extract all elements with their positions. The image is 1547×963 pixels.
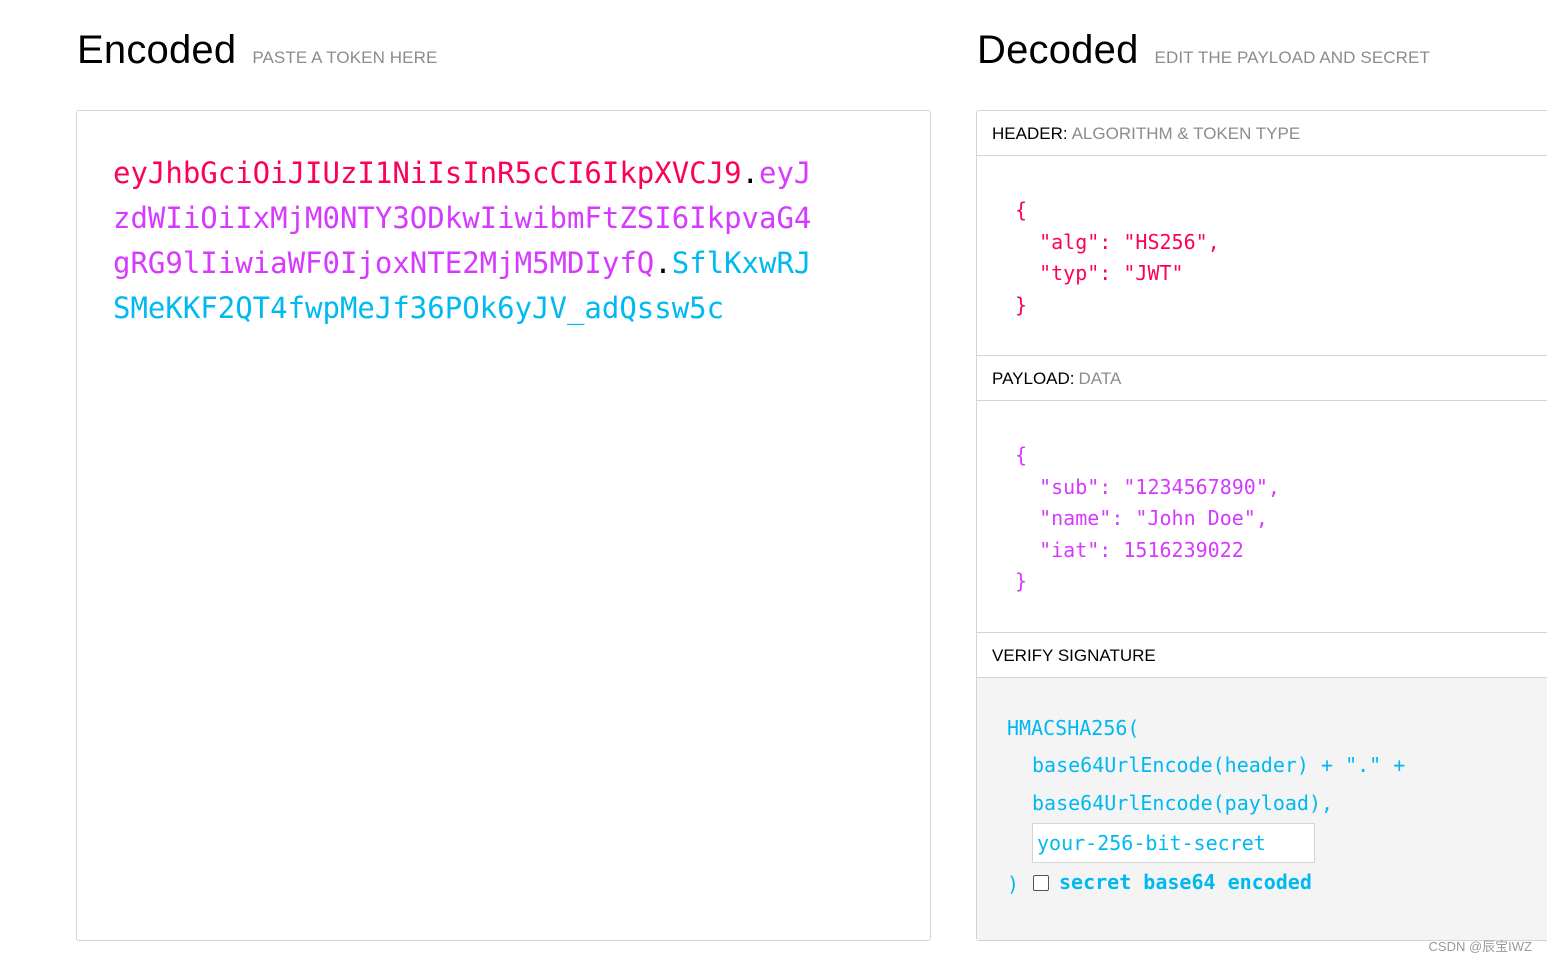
verify-label: VERIFY SIGNATURE: [992, 646, 1156, 665]
watermark: CSDN @辰宝IWZ: [1428, 939, 1532, 954]
token-header-part: eyJhbGciOiJIUzI1NiIsInR5cCI6IkpXVCJ9: [113, 156, 742, 190]
encoded-subtitle: PASTE A TOKEN HERE: [252, 48, 438, 67]
hmac-function: HMACSHA256(: [1007, 716, 1140, 740]
secret-input[interactable]: [1032, 823, 1315, 863]
hmac-arg-header: base64UrlEncode(header) + "." +: [1032, 753, 1406, 777]
json-line: {: [1015, 198, 1028, 222]
decoded-panel: HEADER: ALGORITHM & TOKEN TYPE { "alg": "…: [976, 110, 1547, 941]
header-section-title: HEADER: ALGORITHM & TOKEN TYPE: [977, 111, 1547, 156]
json-line: {: [1015, 443, 1028, 467]
encoded-heading: Encoded PASTE A TOKEN HERE: [77, 28, 437, 73]
token-dot: .: [654, 246, 672, 280]
verify-section-title: VERIFY SIGNATURE: [977, 633, 1547, 678]
json-line: "name": "John Doe",: [1015, 506, 1268, 530]
json-line: "sub": "1234567890",: [1015, 474, 1280, 499]
token-dot: .: [741, 156, 760, 190]
json-line: "iat": 1516239022: [1015, 537, 1244, 562]
payload-json-editor[interactable]: { "sub": "1234567890", "name": "John Doe…: [1015, 440, 1280, 598]
verify-signature-body: HMACSHA256( base64UrlEncode(header) + ".…: [977, 678, 1547, 940]
header-label: HEADER:: [992, 124, 1068, 143]
json-line: "alg": "HS256",: [1015, 229, 1220, 254]
header-sublabel: ALGORITHM & TOKEN TYPE: [1071, 124, 1301, 143]
json-line: "typ": "JWT": [1015, 261, 1184, 285]
encoded-token-editor[interactable]: eyJhbGciOiJIUzI1NiIsInR5cCI6IkpXVCJ9.eyJ…: [76, 110, 931, 941]
payload-section-title: PAYLOAD: DATA: [977, 356, 1547, 401]
header-json-editor[interactable]: { "alg": "HS256", "typ": "JWT"}: [1015, 195, 1220, 321]
hmac-close-paren: ): [1007, 872, 1020, 896]
decoded-subtitle: EDIT THE PAYLOAD AND SECRET: [1154, 48, 1430, 67]
base64-encoded-checkbox[interactable]: [1033, 875, 1049, 891]
payload-label: PAYLOAD:: [992, 369, 1075, 388]
decoded-title: Decoded: [977, 28, 1139, 72]
encoded-token-text[interactable]: eyJhbGciOiJIUzI1NiIsInR5cCI6IkpXVCJ9.eyJ…: [113, 151, 823, 331]
json-line: }: [1015, 569, 1028, 593]
payload-sublabel: DATA: [1078, 369, 1122, 388]
encoded-title: Encoded: [77, 28, 237, 72]
decoded-heading: Decoded EDIT THE PAYLOAD AND SECRET: [977, 28, 1430, 73]
hmac-arg-payload: base64UrlEncode(payload),: [1032, 791, 1334, 815]
json-line: }: [1015, 292, 1028, 317]
base64-encoded-label[interactable]: secret base64 encoded: [1059, 870, 1312, 894]
